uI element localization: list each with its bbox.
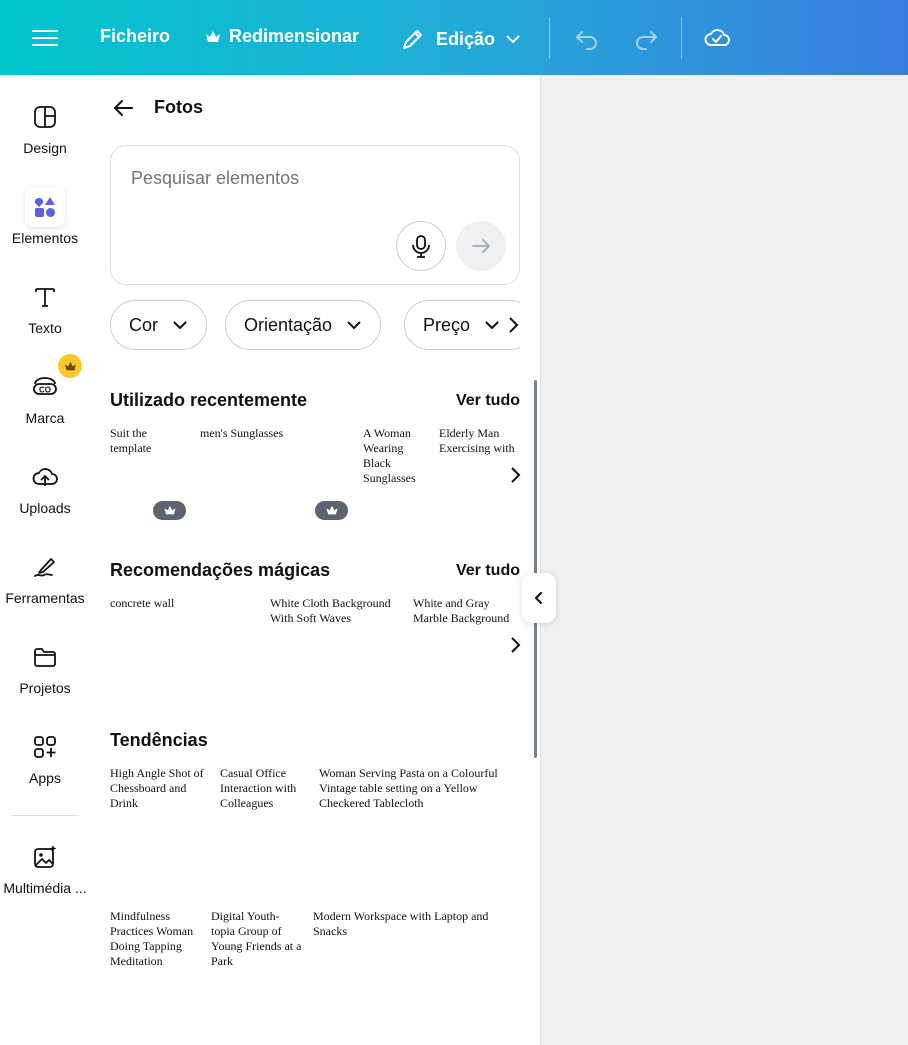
photo-item[interactable]: men's Sunglasses — [200, 426, 350, 441]
see-all-recent-link[interactable]: Ver tudo — [456, 392, 520, 410]
rail-item-label: Texto — [28, 320, 62, 336]
photo-item[interactable]: Digital Youth-topia Group of Young Frien… — [211, 909, 303, 969]
crown-icon — [206, 30, 220, 42]
rail-item-label: Ferramentas — [5, 590, 85, 606]
resize-button[interactable]: Redimensionar — [205, 26, 359, 47]
filter-label: Cor — [129, 314, 159, 335]
chevron-down-icon — [485, 321, 499, 330]
chevron-right-icon[interactable] — [508, 466, 522, 484]
photo-item[interactable]: Suit the template — [110, 426, 188, 456]
panel-scrollbar[interactable] — [534, 380, 537, 758]
rail-item-magic-media[interactable]: Multimédia ... — [0, 815, 90, 896]
chevron-right-icon[interactable] — [508, 636, 522, 654]
photo-item[interactable]: Casual Office Interaction with Colleague… — [220, 766, 310, 811]
chevron-left-icon — [534, 591, 543, 605]
draw-icon — [25, 547, 65, 587]
elements-panel: Fotos Cor Orientação Preço Utilizado rec… — [90, 75, 540, 1045]
chevron-down-icon — [506, 35, 520, 44]
edit-mode-button[interactable]: Edição — [400, 26, 521, 52]
filter-chips: Cor Orientação Preço — [110, 300, 520, 352]
arrow-right-icon — [472, 239, 490, 253]
left-rail: Design Elementos Texto CO Marca Uploads … — [0, 75, 90, 1045]
collapse-panel-button[interactable] — [522, 573, 556, 623]
search-input[interactable] — [131, 168, 491, 189]
photo-item[interactable]: concrete wall — [110, 596, 250, 611]
pencil-icon — [403, 30, 422, 49]
rail-item-label: Uploads — [19, 500, 71, 516]
top-bar: Ficheiro Redimensionar Edição — [0, 0, 908, 75]
filter-color[interactable]: Cor — [110, 300, 208, 350]
filter-price[interactable]: Preço — [404, 300, 520, 350]
see-all-magic-link[interactable]: Ver tudo — [456, 562, 520, 580]
toolbar-divider — [681, 17, 682, 59]
panel-header: Fotos — [112, 97, 203, 118]
magic-media-icon — [25, 837, 65, 877]
shapes-icon — [25, 187, 65, 227]
canvas-area[interactable] — [540, 75, 908, 1045]
rail-item-label: Design — [23, 140, 67, 156]
section-title-recent: Utilizado recentemente — [110, 390, 308, 410]
rail-item-design[interactable]: Design — [0, 75, 90, 156]
menu-icon[interactable] — [30, 26, 60, 50]
photo-item[interactable]: Modern Workspace with Laptop and Snacks — [313, 909, 513, 939]
folder-icon — [25, 637, 65, 677]
text-icon — [25, 277, 65, 317]
apps-icon — [25, 727, 65, 767]
filter-orientation[interactable]: Orientação — [225, 300, 382, 350]
brand-icon: CO — [25, 367, 65, 407]
photo-item[interactable]: Elderly Man Exercising with Dumbbells at… — [439, 426, 519, 456]
edit-mode-label: Edição — [436, 28, 496, 49]
rail-item-label: Projetos — [19, 680, 71, 696]
panel-title: Fotos — [154, 97, 203, 117]
rail-item-text[interactable]: Texto — [0, 255, 90, 336]
photo-item[interactable]: A Woman Wearing Black Sunglasses — [363, 426, 429, 486]
layout-icon — [25, 97, 65, 137]
microphone-icon — [412, 235, 430, 258]
filter-label: Preço — [423, 314, 471, 335]
chevron-down-icon — [347, 321, 361, 330]
photo-item[interactable]: Mindfulness Practices Woman Doing Tappin… — [110, 909, 204, 969]
photo-item[interactable]: High Angle Shot of Chessboard and Drink — [110, 766, 214, 811]
premium-crown-icon — [153, 501, 186, 520]
rail-item-label: Apps — [29, 770, 61, 786]
undo-icon[interactable] — [573, 24, 601, 52]
photo-item[interactable]: White Cloth Background With Soft Waves — [270, 596, 402, 626]
photo-item[interactable]: White and Gray Marble Background — [413, 596, 519, 626]
premium-crown-icon — [315, 501, 348, 520]
rail-item-projects[interactable]: Projetos — [0, 615, 90, 696]
chevron-down-icon — [173, 321, 187, 330]
rail-item-label: Marca — [25, 410, 65, 426]
toolbar-divider — [549, 17, 550, 59]
voice-search-button[interactable] — [396, 221, 446, 271]
photo-item[interactable]: Woman Serving Pasta on a Colourful Vinta… — [319, 766, 519, 811]
chevron-right-icon[interactable] — [506, 315, 520, 335]
rail-item-tools[interactable]: Ferramentas — [0, 525, 90, 606]
rail-item-apps[interactable]: Apps — [0, 705, 90, 786]
search-box[interactable] — [110, 145, 520, 285]
file-menu-label: Ficheiro — [100, 26, 171, 46]
section-title-trends: Tendências — [110, 730, 208, 750]
cloud-saved-icon[interactable] — [703, 24, 731, 52]
search-submit-button[interactable] — [456, 221, 506, 271]
rail-item-label: Multimédia ... — [3, 880, 87, 896]
resize-label: Redimensionar — [229, 26, 360, 46]
back-arrow-icon[interactable] — [112, 99, 134, 117]
section-title-magic: Recomendações mágicas — [110, 560, 331, 580]
redo-icon[interactable] — [632, 24, 660, 52]
rail-item-uploads[interactable]: Uploads — [0, 435, 90, 516]
cloud-upload-icon — [25, 457, 65, 497]
svg-text:CO: CO — [39, 386, 51, 395]
file-menu-button[interactable]: Ficheiro — [100, 26, 170, 47]
premium-crown-icon — [58, 354, 82, 378]
rail-item-label: Elementos — [11, 230, 79, 246]
filter-label: Orientação — [244, 314, 333, 335]
rail-item-elements[interactable]: Elementos — [0, 165, 90, 246]
